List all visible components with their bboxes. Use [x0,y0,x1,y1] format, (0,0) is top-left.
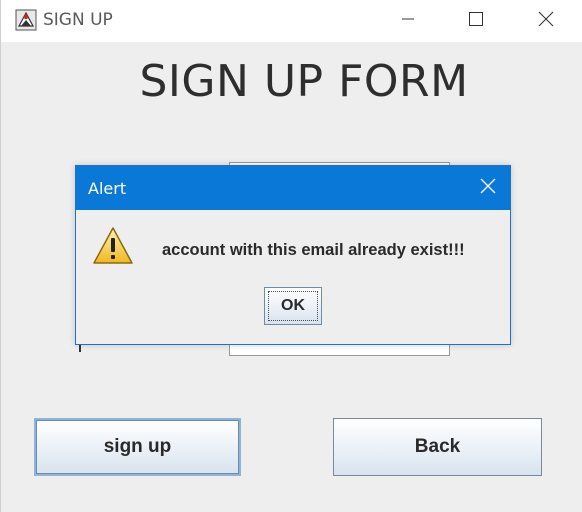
close-icon [480,178,496,199]
dialog-close-button[interactable] [466,166,510,210]
ok-button-label: OK [281,297,305,314]
warning-icon [92,226,134,266]
alert-dialog: Alert account with this email already ex… [75,165,511,345]
minimize-icon [401,12,415,31]
maximize-button[interactable] [453,0,499,42]
sign-up-button[interactable]: sign up [34,418,241,476]
dialog-titlebar[interactable]: Alert [76,166,510,210]
window-title: SIGN UP [43,10,113,30]
window-titlebar[interactable]: SIGN UP [1,0,582,42]
back-button[interactable]: Back [333,418,542,476]
java-duke-icon [15,9,37,31]
form-title: SIGN UP FORM [139,56,469,107]
dialog-message: account with this email already exist!!! [162,241,465,259]
ok-button[interactable]: OK [264,287,322,325]
close-icon [538,11,554,32]
minimize-button[interactable] [385,0,431,42]
dialog-title: Alert [88,179,127,198]
maximize-icon [468,11,484,32]
signup-window: SIGN UP SIGN UP FORM sign up Back Alert [0,0,582,512]
close-button[interactable] [523,0,569,42]
